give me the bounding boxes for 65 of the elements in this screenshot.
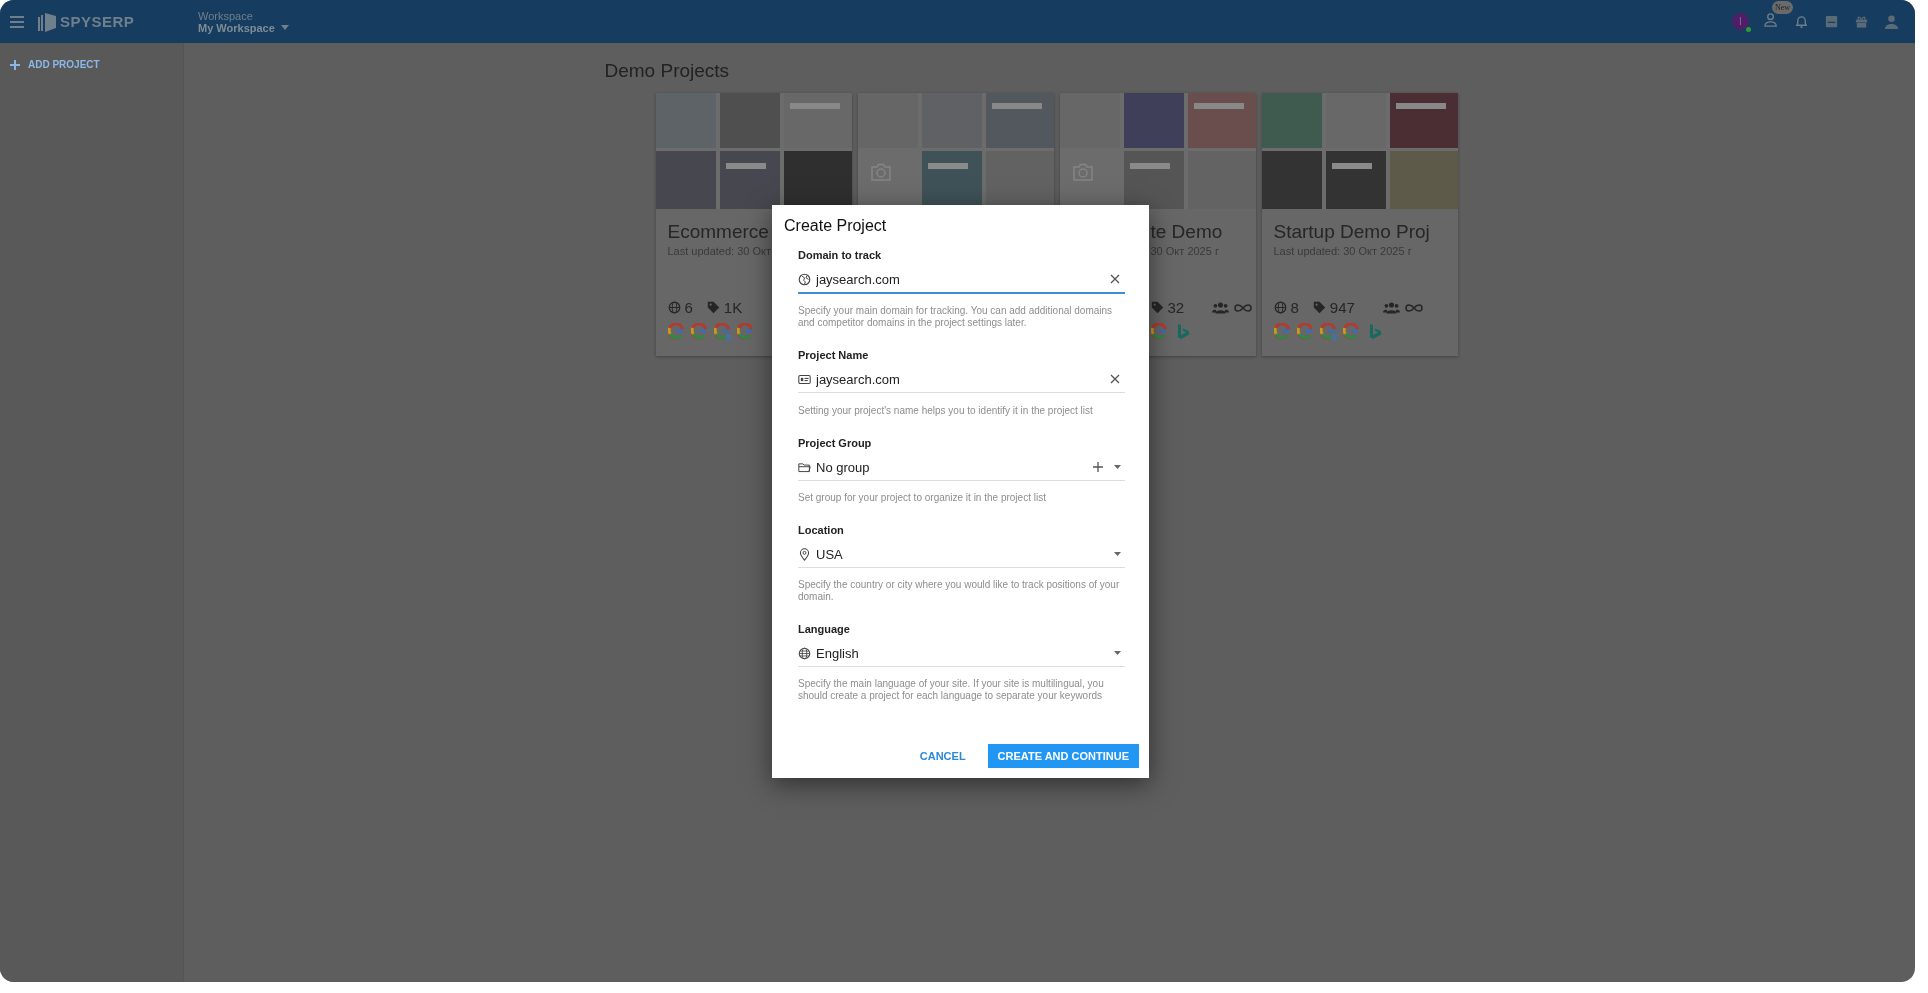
tag-icon [1150, 301, 1164, 314]
dropdown-arrow-icon[interactable] [1114, 651, 1121, 655]
clear-icon[interactable] [1110, 274, 1120, 284]
new-badge: New [1772, 1, 1794, 14]
id-card-icon [798, 372, 811, 386]
dropdown-arrow-icon[interactable] [1114, 552, 1121, 556]
keywords-count: 947 [1329, 299, 1355, 316]
keywords-count: 1K [723, 299, 743, 316]
google-icon [1296, 323, 1315, 341]
cancel-button[interactable]: CANCEL [911, 744, 974, 768]
google-icon [736, 323, 755, 341]
add-user-icon[interactable] [1764, 12, 1779, 27]
project-title: Startup Demo Proj [1273, 221, 1430, 243]
tag-icon [1312, 301, 1326, 314]
globe-icon [798, 272, 811, 286]
create-and-continue-button[interactable]: CREATE AND CONTINUE [987, 744, 1139, 768]
google-icon [690, 323, 709, 341]
globe-icon [798, 646, 811, 660]
globe-icon [667, 301, 681, 314]
keywords-count: 32 [1167, 299, 1185, 316]
users-icon [1382, 301, 1400, 314]
location-pin-icon [798, 547, 811, 561]
clear-icon[interactable] [1110, 374, 1120, 384]
workspace-label: Workspace [198, 9, 254, 22]
google-icon [1273, 323, 1292, 341]
users-icon [1212, 301, 1230, 314]
bell-icon[interactable] [1794, 14, 1809, 29]
caret-icon [280, 25, 289, 30]
plus-icon [10, 59, 20, 70]
google-mobile-icon [713, 323, 732, 341]
google-icon [1342, 323, 1361, 341]
logo-icon [38, 10, 56, 33]
camera-icon [869, 163, 892, 181]
menu-icon[interactable] [10, 15, 24, 28]
page-title: Demo Projects [604, 60, 731, 82]
google-icon [667, 323, 686, 341]
logo-text: SPYSERP [60, 13, 135, 30]
add-project-button[interactable]: ADD PROJECT [10, 59, 100, 70]
globe-icon [1273, 301, 1287, 314]
field-label: Language [798, 623, 850, 635]
select-field[interactable]: English [798, 643, 1125, 667]
select-field[interactable]: No group [798, 457, 1125, 481]
sites-count: 6 [684, 299, 693, 316]
infinity-icon [1233, 302, 1254, 313]
folder-icon [798, 460, 811, 474]
field-label: Location [798, 524, 844, 536]
workspace-selector[interactable]: My Workspace [198, 21, 289, 34]
google-mobile-icon [1319, 323, 1338, 341]
field-hint: Set group for your project to organize it in the project list [798, 492, 1047, 504]
sites-count: 8 [1290, 299, 1299, 316]
google-icon [1150, 323, 1169, 341]
field-hint: Setting your project's name helps you to identify it in the project list [798, 405, 1094, 417]
field-hint: Specify the country or city where you would like to track positions of your domain. [798, 579, 1121, 603]
dropdown-arrow-icon[interactable] [1114, 465, 1121, 469]
infinity-icon [1403, 302, 1424, 313]
text-field[interactable]: jaysearch.com [816, 371, 1105, 387]
project-title: te Demo [1150, 221, 1223, 243]
field-hint: Specify the main language of your site. If your site is multilingual, you should create a project for each language to separate your keywords [798, 678, 1105, 702]
user-avatar[interactable]: I [1732, 13, 1749, 30]
field-label: Project Group [798, 437, 872, 449]
select-field[interactable]: USA [798, 544, 1125, 568]
camera-icon [1071, 163, 1094, 181]
project-title: Ecommerce [667, 221, 769, 243]
add-icon[interactable] [1093, 462, 1103, 472]
tag-icon [706, 301, 720, 314]
